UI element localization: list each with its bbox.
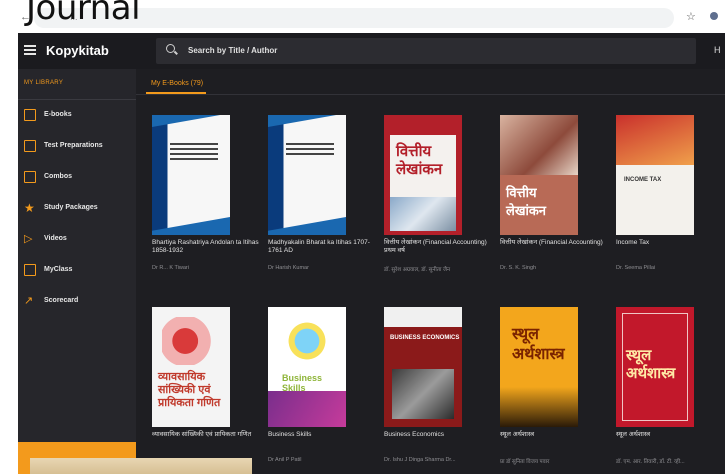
cover-title: वित्तीय लेखांकन <box>396 143 443 178</box>
sidebar-item-myclass[interactable]: MyClass <box>18 257 136 285</box>
sidebar-item-combos[interactable]: Combos <box>18 164 136 192</box>
book-title: व्यावसायिक सांख्यिकी एवं प्रायिकता गणित <box>152 431 252 438</box>
sidebar-item-label: Scorecard <box>44 297 79 304</box>
cover-title: व्यावसायिक सांख्यिकी एवं प्रायिकता गणित <box>158 371 221 409</box>
book-author: Dr Harish Kumar <box>268 265 309 271</box>
book-title: वित्तीय लेखांकन (Financial Accounting) प… <box>384 239 487 254</box>
book-cover[interactable]: वित्तीय लेखांकन <box>500 115 578 235</box>
sidebar-item-label: E-books <box>44 111 72 118</box>
brand-logo[interactable]: Kopykitab <box>46 43 109 58</box>
book-title: Income Tax <box>616 239 650 246</box>
cover-title: BUSINESS ECONOMICS <box>390 335 460 341</box>
book-title: Bhartiya Rashatriya Andolan ta Itihas 18… <box>152 239 259 254</box>
book-cover[interactable]: वित्तीय लेखांकन <box>384 115 462 235</box>
combo-icon <box>24 171 36 183</box>
sidebar-item-test-preparations[interactable]: Test Preparations <box>18 133 136 161</box>
cover-title: Business Skills <box>282 373 323 393</box>
play-icon: ▷ <box>24 233 33 245</box>
test-icon <box>24 140 36 152</box>
book-cover[interactable] <box>268 115 346 235</box>
sidebar-item-videos[interactable]: ▷ Videos <box>18 226 136 254</box>
book-author: प्रा डॉ सुनिता विजय पवार <box>500 459 550 465</box>
book-cover[interactable]: Business Skills <box>268 307 346 427</box>
book-author: Dr R... K Tiwari <box>152 265 189 271</box>
book-title: स्थूल अर्थशास्त्र <box>616 431 651 438</box>
book-cover[interactable] <box>152 115 230 235</box>
book-title: Business Skills <box>268 431 312 438</box>
book-title: Business Economics <box>384 431 444 438</box>
sidebar-item-label: Videos <box>44 235 67 242</box>
divider <box>18 99 136 100</box>
book-author: Dr. S. K. Singh <box>500 265 537 271</box>
search-icon <box>166 44 175 53</box>
app-header: Kopykitab Search by Title / Author H <box>18 33 725 69</box>
star-badge-icon: ★ <box>24 201 35 215</box>
cover-title: स्थूल अर्थशास्त्र <box>626 347 676 382</box>
chart-icon: ↗ <box>24 295 34 307</box>
book-cover[interactable]: व्यावसायिक सांख्यिकी एवं प्रायिकता गणित <box>152 307 230 427</box>
menu-icon[interactable] <box>24 45 36 55</box>
book-cover[interactable]: INCOME TAX <box>616 115 694 235</box>
book-author: Dr. Ishu J Dinga Sharma Dr... <box>384 457 456 463</box>
divider <box>136 94 725 95</box>
sidebar-item-ebooks[interactable]: E-books <box>18 102 136 130</box>
profile-icon[interactable] <box>710 12 718 20</box>
book-cover[interactable]: स्थूल अर्थशास्त्र <box>500 307 578 427</box>
search-placeholder: Search by Title / Author <box>188 46 278 55</box>
book-author: Dr. Seema Pillai <box>616 265 656 271</box>
sidebar-item-label: Study Packages <box>44 204 98 211</box>
book-title: Madhyakalin Bharat ka Itihas 1707-1761 A… <box>268 239 370 254</box>
book-cover[interactable]: BUSINESS ECONOMICS <box>384 307 462 427</box>
book-cover[interactable]: स्थूल अर्थशास्त्र <box>616 307 694 427</box>
sidebar-item-label: Combos <box>44 173 72 180</box>
sidebar: MY LIBRARY E-books Test Preparations Com… <box>18 69 136 474</box>
sidebar-item-label: MyClass <box>44 266 73 273</box>
overlay-title: Journal <box>26 0 141 28</box>
main-content: My E-Books (79) Bhartiya Rashatriya Ando… <box>136 69 725 474</box>
cover-title: स्थूल अर्थशास्त्र <box>512 326 565 363</box>
book-title: स्थूल अर्थशास्त्र <box>500 431 535 438</box>
ebook-icon <box>24 109 36 121</box>
book-author: Dr Anil P Patil <box>268 457 302 463</box>
sidebar-item-scorecard[interactable]: ↗ Scorecard <box>18 288 136 316</box>
cover-title: INCOME TAX <box>624 177 662 183</box>
class-icon <box>24 264 36 276</box>
tab-my-ebooks[interactable]: My E-Books (79) <box>151 80 203 87</box>
sidebar-heading: MY LIBRARY <box>24 80 64 86</box>
star-icon[interactable]: ☆ <box>686 10 696 23</box>
sidebar-item-study-packages[interactable]: ★ Study Packages <box>18 195 136 223</box>
sidebar-item-label: Test Preparations <box>44 142 103 149</box>
book-author: डॉ. एम. आर. तिवारी, डॉ. टी. व्ही... <box>616 459 685 465</box>
book-title: वित्तीय लेखांकन (Financial Accounting) <box>500 239 603 246</box>
video-thumbnail <box>30 458 252 474</box>
book-author: डॉ. सुरेश अग्रवाल, डॉ. सुनीता जैन <box>384 267 451 273</box>
search-input[interactable]: Search by Title / Author <box>156 38 696 64</box>
cover-title: वित्तीय लेखांकन <box>506 185 547 218</box>
user-menu[interactable]: H <box>714 45 721 55</box>
